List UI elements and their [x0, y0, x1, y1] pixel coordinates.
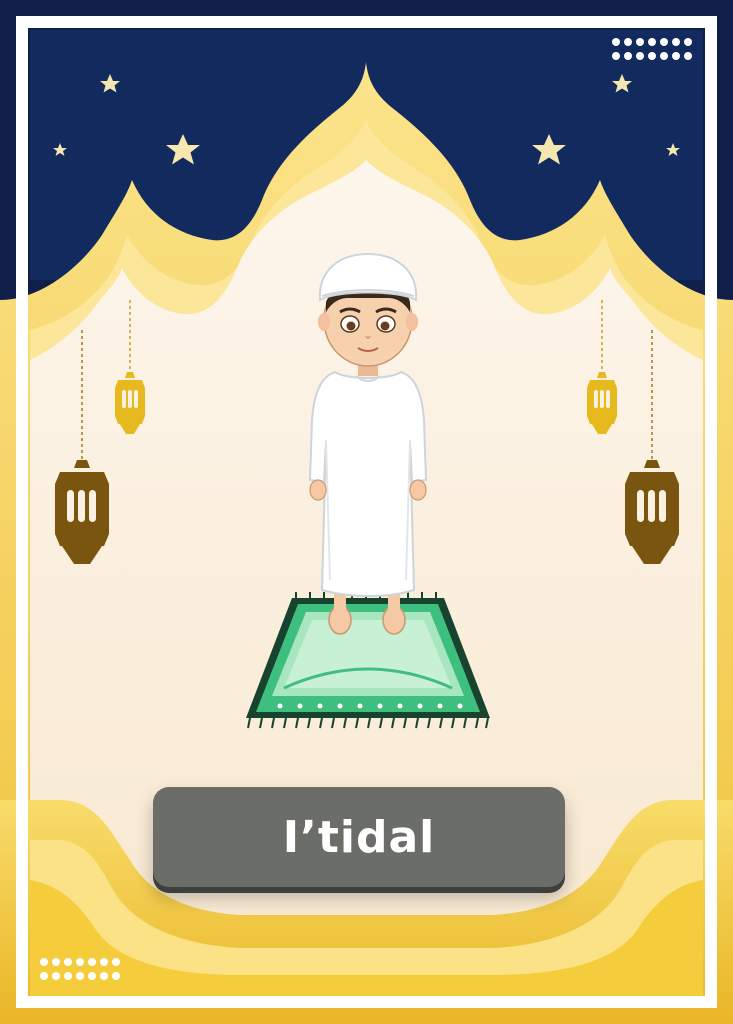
pose-title: I’tidal: [282, 811, 436, 863]
pose-label-box: I’tidal: [153, 787, 565, 887]
prayer-card: I’tidal: [0, 0, 733, 1024]
boy-standing-figure: [308, 252, 428, 635]
